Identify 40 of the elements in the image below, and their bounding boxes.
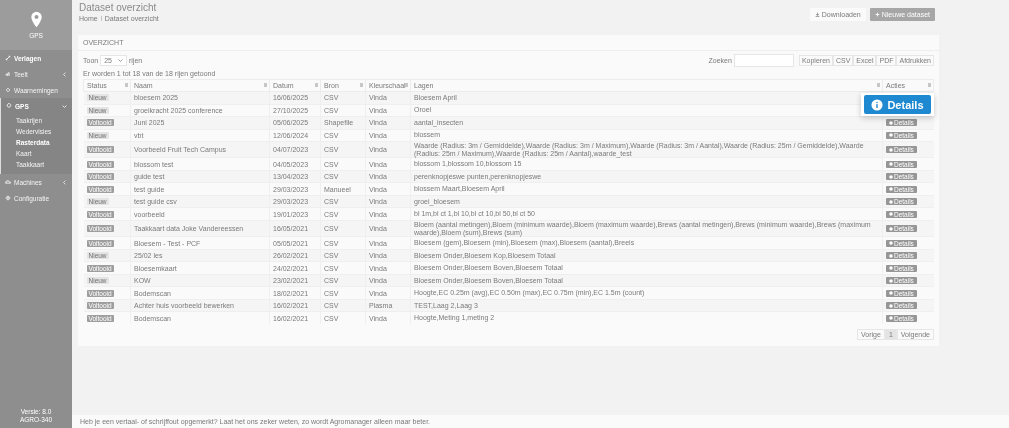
info-icon (889, 199, 893, 204)
info-icon (889, 253, 893, 258)
info-icon (889, 266, 893, 270)
nav-icon (5, 179, 11, 185)
info-icon (889, 278, 893, 283)
chevron-left-icon (62, 71, 67, 77)
info-icon (889, 147, 893, 152)
chevron-left-icon (62, 179, 67, 185)
nav-icon (5, 71, 11, 77)
download-icon (814, 12, 820, 17)
info-icon (889, 303, 893, 308)
info-icon (889, 133, 893, 138)
location-pin-icon (29, 11, 43, 28)
sort-icon (315, 83, 318, 87)
search-field[interactable] (733, 54, 794, 67)
details-button[interactable]: Details (864, 95, 931, 114)
sort-icon (125, 83, 128, 87)
sort-icon (360, 83, 363, 87)
plus-icon (874, 12, 880, 17)
info-icon (889, 226, 893, 231)
chevron-down-icon (118, 58, 123, 63)
nav-icon (6, 103, 12, 109)
info-icon (889, 187, 893, 192)
nav-icon (5, 87, 11, 93)
info-icon (889, 241, 893, 245)
page-title: Dataset overzicht (79, 2, 158, 13)
info-icon (889, 120, 893, 125)
sort-icon (405, 83, 408, 87)
nav-icon (5, 55, 11, 61)
info-icon (871, 98, 884, 111)
info-icon (889, 316, 893, 320)
info-icon (889, 162, 893, 167)
sort-icon (264, 83, 267, 87)
nav-icon (5, 195, 11, 201)
sort-icon (928, 83, 931, 87)
chevron-down-icon (62, 103, 67, 109)
info-icon (889, 212, 893, 217)
sort-icon (877, 83, 880, 87)
info-icon (889, 291, 893, 295)
info-icon (889, 174, 893, 179)
